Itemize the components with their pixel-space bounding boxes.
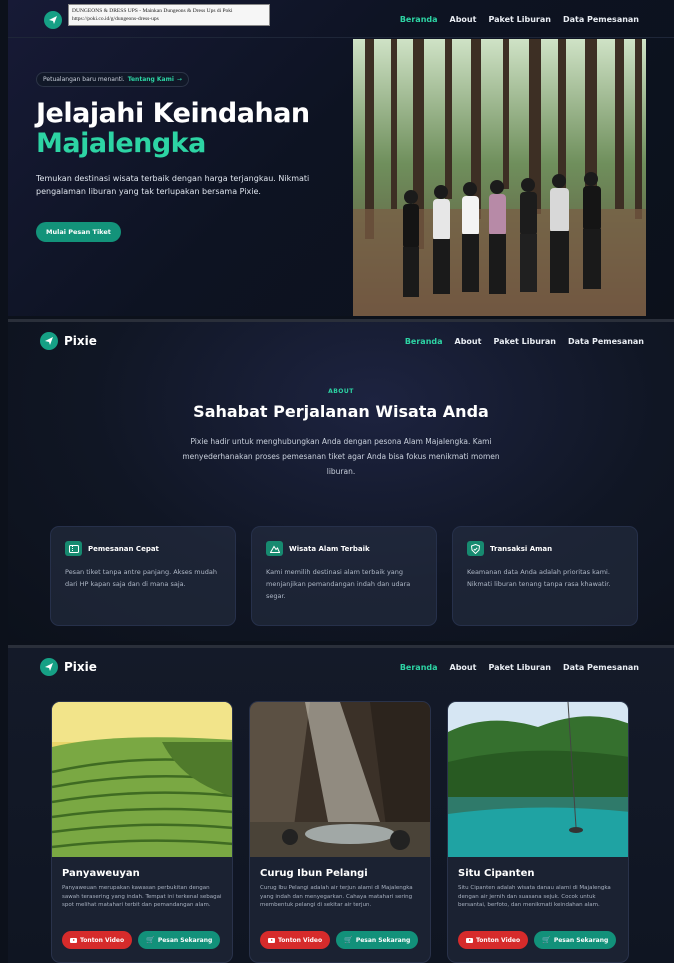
hero-lead: Temukan destinasi wisata terbaik dengan … [36, 174, 310, 196]
brand-logo[interactable]: Pixie [40, 332, 97, 350]
nav-home[interactable]: Beranda [400, 663, 438, 672]
destination-photo [52, 702, 232, 857]
nav-packages[interactable]: Paket Liburan [488, 663, 551, 672]
nav-packages[interactable]: Paket Liburan [488, 15, 551, 24]
watch-video-button[interactable]: Tonton Video [458, 931, 529, 949]
logo-icon [40, 332, 58, 350]
destination-card: Panyaweuyan Panyaweuan merupakan kawasan… [51, 701, 233, 963]
ticket-icon [65, 541, 82, 556]
feature-text: Kami memilih destinasi alam terbaik yang… [266, 568, 411, 600]
nav-orders[interactable]: Data Pemesanan [563, 663, 639, 672]
destination-desc: Curug Ibu Pelangi adalah air terjun alam… [260, 885, 413, 908]
browser-tooltip: DUNGEONS & DRESS UPS - Mainkan Dungeons … [68, 4, 270, 26]
destination-title: Curug Ibun Pelangi [260, 868, 368, 879]
about-eyebrow: ABOUT [328, 388, 354, 395]
tooltip-title: DUNGEONS & DRESS UPS - Mainkan Dungeons … [72, 8, 233, 14]
feature-title: Pemesanan Cepat [88, 544, 159, 553]
feature-title: Wisata Alam Terbaik [289, 544, 370, 553]
pill-link[interactable]: Tentang Kami [128, 76, 174, 83]
logo-icon[interactable] [44, 11, 62, 29]
destination-desc: Panyaweuan merupakan kawasan perbukitan … [62, 885, 222, 908]
about-title: Sahabat Perjalanan Wisata Anda [193, 402, 489, 421]
hero-title-line2: Majalengka [36, 128, 206, 159]
feature-card: Pemesanan Cepat Pesan tiket tanpa antre … [50, 526, 236, 626]
watch-video-label: Tonton Video [476, 936, 521, 944]
feature-card: Wisata Alam Terbaik Kami memilih destina… [251, 526, 437, 626]
feature-text: Keamanan data Anda adalah prioritas kami… [467, 568, 611, 588]
about-subtitle: Pixie hadir untuk menghubungkan Anda den… [182, 437, 500, 476]
destination-title: Panyaweuyan [62, 868, 140, 879]
destination-photo [448, 702, 628, 857]
destination-photo [250, 702, 430, 857]
book-now-label: Pesan Sekarang [157, 936, 213, 944]
destination-card: Situ Cipanten Situ Cipanten adalah wisat… [447, 701, 629, 963]
watch-video-label: Tonton Video [80, 936, 125, 944]
tooltip-url: https://poki.co.id/g/dungeons-dress-ups [72, 16, 159, 22]
nav-packages[interactable]: Paket Liburan [493, 337, 556, 346]
youtube-icon [70, 937, 77, 943]
book-now-label: Pesan Sekarang [355, 936, 411, 944]
destinations-section: Pixie Beranda About Paket Liburan Data P… [8, 645, 674, 963]
main-nav: Beranda About Paket Liburan Data Pemesan… [400, 15, 639, 24]
feature-cards: Pemesanan Cepat Pesan tiket tanpa antre … [50, 526, 638, 626]
cart-icon: 🛒 [542, 935, 551, 944]
watch-video-button[interactable]: Tonton Video [62, 931, 133, 949]
destination-card: Curug Ibun Pelangi Curug Ibu Pelangi ada… [249, 701, 431, 963]
destination-cards: Panyaweuyan Panyaweuan merupakan kawasan… [51, 701, 629, 963]
book-now-label: Pesan Sekarang [553, 936, 609, 944]
watch-video-label: Tonton Video [278, 936, 323, 944]
feature-card: Transaksi Aman Keamanan data Anda adalah… [452, 526, 638, 626]
nav-home[interactable]: Beranda [405, 337, 443, 346]
youtube-icon [268, 937, 275, 943]
book-now-button[interactable]: 🛒 Pesan Sekarang [336, 931, 419, 949]
announcement-pill[interactable]: Petualangan baru menanti. Tentang Kami → [36, 72, 189, 87]
nav-home[interactable]: Beranda [400, 15, 438, 24]
feature-title: Transaksi Aman [490, 544, 553, 553]
nav-about[interactable]: About [455, 337, 482, 346]
mountain-icon [266, 541, 283, 556]
book-now-button[interactable]: 🛒 Pesan Sekarang [138, 931, 221, 949]
arrow-right-icon: → [176, 76, 182, 83]
destination-title: Situ Cipanten [458, 868, 535, 879]
nav-orders[interactable]: Data Pemesanan [563, 15, 639, 24]
shield-icon [467, 541, 484, 556]
brand-logo[interactable]: Pixie [40, 658, 97, 676]
start-booking-button[interactable]: Mulai Pesan Tiket [36, 222, 121, 242]
brand-name: Pixie [64, 334, 97, 348]
logo-icon [40, 658, 58, 676]
about-section: Pixie Beranda About Paket Liburan Data P… [8, 319, 674, 641]
nav-about[interactable]: About [450, 663, 477, 672]
watch-video-button[interactable]: Tonton Video [260, 931, 331, 949]
main-nav: Beranda About Paket Liburan Data Pemesan… [405, 337, 644, 346]
pill-text: Petualangan baru menanti. [43, 76, 125, 83]
brand-name: Pixie [64, 660, 97, 674]
nav-orders[interactable]: Data Pemesanan [568, 337, 644, 346]
hero-title-line1: Jelajahi Keindahan [36, 98, 310, 129]
book-now-button[interactable]: 🛒 Pesan Sekarang [534, 931, 617, 949]
youtube-icon [466, 937, 473, 943]
nav-about[interactable]: About [450, 15, 477, 24]
hero-group-photo [353, 39, 646, 316]
feature-text: Pesan tiket tanpa antre panjang. Akses m… [65, 568, 217, 588]
cart-icon: 🛒 [344, 935, 353, 944]
destination-desc: Situ Cipanten adalah wisata danau alami … [458, 885, 611, 908]
main-nav: Beranda About Paket Liburan Data Pemesan… [400, 663, 639, 672]
hero-section: DUNGEONS & DRESS UPS - Mainkan Dungeons … [8, 0, 674, 316]
cart-icon: 🛒 [146, 935, 155, 944]
